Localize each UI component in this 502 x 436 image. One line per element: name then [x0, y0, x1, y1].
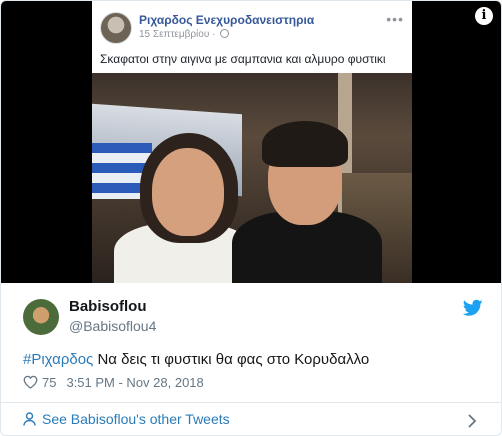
- info-icon[interactable]: i: [475, 7, 493, 25]
- facebook-date-text: 15 Σεπτεμβρίου: [139, 29, 210, 40]
- tweet-author[interactable]: Babisoflou @Babisoflou4: [23, 297, 483, 341]
- globe-icon: [220, 29, 230, 38]
- facebook-author-name: Ριχαρδος Ενεχυροδανειστηρια: [139, 13, 315, 27]
- see-other-tweets-label[interactable]: See Babisoflou's other Tweets: [42, 411, 230, 427]
- tweet-media[interactable]: Ριχαρδος Ενεχυροδανειστηρια 15 Σεπτεμβρί…: [1, 1, 501, 283]
- facebook-date-separator: ·: [212, 29, 216, 40]
- author-display-name[interactable]: Babisoflou: [69, 298, 147, 315]
- see-other-tweets-link[interactable]: See Babisoflou's other Tweets: [23, 411, 230, 431]
- tweet-timestamp[interactable]: 3:51 PM - Nov 28, 2018: [66, 375, 203, 390]
- author-handle[interactable]: @Babisoflou4: [69, 318, 156, 334]
- like-count[interactable]: 75: [42, 375, 56, 390]
- person-left-face: [152, 148, 224, 236]
- chevron-right-icon[interactable]: [467, 414, 477, 428]
- avatar[interactable]: [23, 299, 59, 335]
- tweet-text: #Ριχαρδος Να δεις τι φυστικι θα φας στο …: [23, 350, 483, 370]
- facebook-post-date: 15 Σεπτεμβρίου ·: [139, 29, 230, 40]
- facebook-caption: Σκαφατοι στην αιγινα με σαμπανια και αλμ…: [100, 52, 386, 66]
- person-right-hair: [262, 121, 348, 167]
- embedded-tweet-card: Ριχαρδος Ενεχυροδανειστηρια 15 Σεπτεμβρί…: [0, 0, 502, 436]
- facebook-post-header: Ριχαρδος Ενεχυροδανειστηρια 15 Σεπτεμβρί…: [92, 1, 412, 73]
- facebook-post-screenshot: Ριχαρδος Ενεχυροδανειστηρια 15 Σεπτεμβρί…: [92, 1, 412, 283]
- tweet-meta: 75 3:51 PM - Nov 28, 2018: [23, 375, 204, 393]
- boat-photo: [92, 73, 412, 283]
- person-icon: [23, 412, 36, 426]
- twitter-bird-icon[interactable]: [463, 299, 483, 317]
- heart-icon[interactable]: [23, 375, 38, 389]
- tweet-body-text: Να δεις τι φυστικι θα φας στο Κορυδαλλο: [93, 351, 370, 368]
- hashtag-link[interactable]: #Ριχαρδος: [23, 351, 93, 368]
- more-options-icon: •••: [386, 11, 404, 27]
- footer-divider: [1, 402, 501, 403]
- facebook-avatar: [100, 12, 132, 44]
